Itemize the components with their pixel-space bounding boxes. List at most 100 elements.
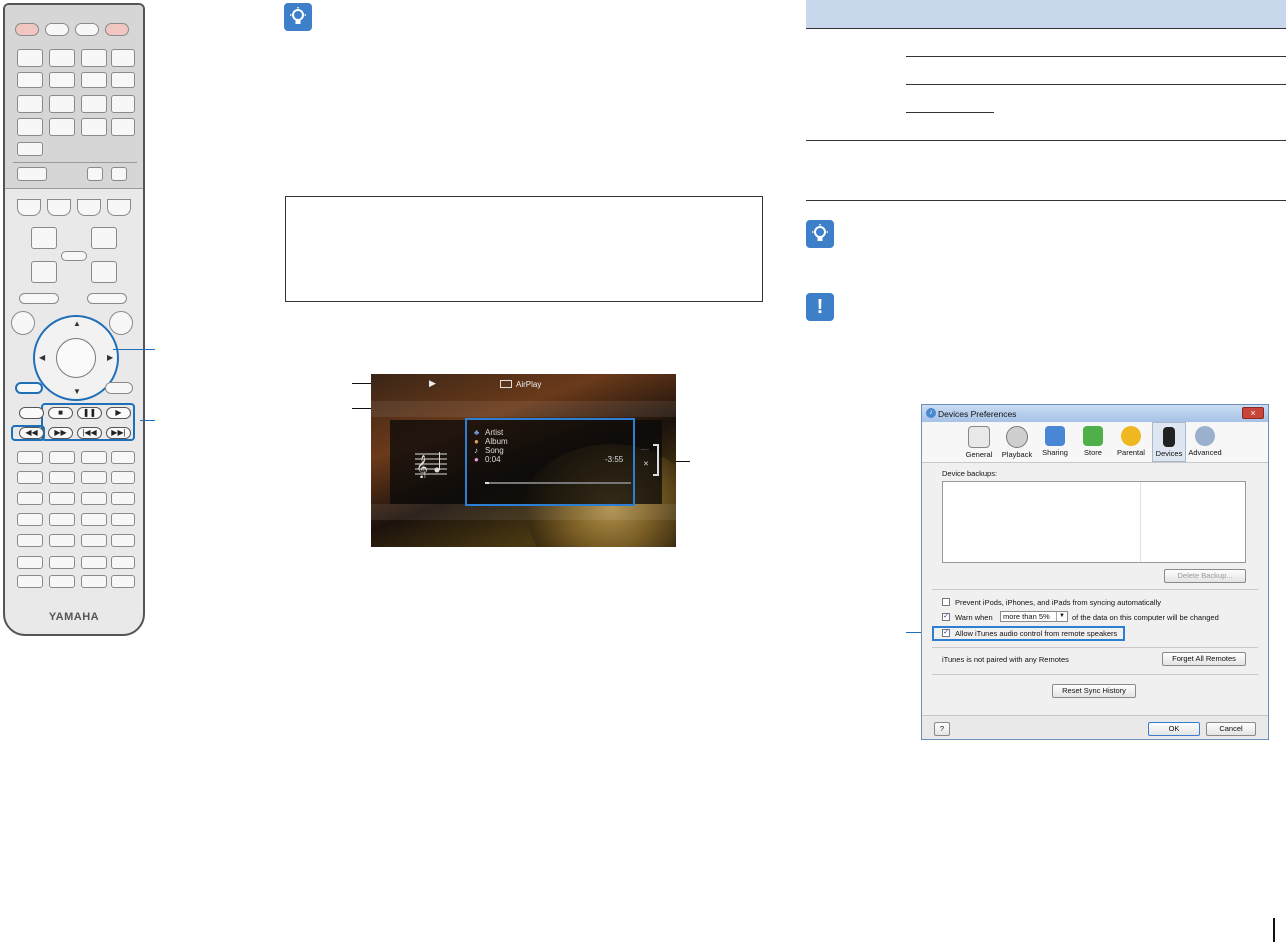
remote-number-button[interactable] [81, 513, 107, 526]
remote-number-button[interactable] [81, 534, 107, 547]
warn-threshold-select[interactable]: more than 5% ▼ [1000, 611, 1068, 622]
stop-icon: ■ [58, 408, 63, 417]
remote-number-button[interactable] [111, 534, 135, 547]
remote-number-button[interactable] [81, 471, 107, 484]
remote-plus-button[interactable] [81, 556, 107, 569]
remote-number-button[interactable] [49, 492, 75, 505]
remote-number-button[interactable] [49, 471, 75, 484]
tab-advanced[interactable]: Advanced [1188, 422, 1222, 462]
remote-straight-button[interactable] [19, 293, 59, 304]
warn-when-checkbox[interactable]: ✓ [942, 613, 950, 621]
tab-sharing[interactable]: Sharing [1038, 422, 1072, 462]
remote-number-button[interactable] [17, 513, 43, 526]
remote-input-button[interactable] [81, 72, 107, 88]
remote-scene-button[interactable] [47, 199, 71, 216]
cursor-right-icon: ▶ [107, 353, 114, 362]
tab-parental[interactable]: Parental [1114, 422, 1148, 462]
remote-enhancer-button[interactable] [87, 293, 127, 304]
remote-input-button[interactable] [49, 49, 75, 67]
remote-minus-button[interactable] [81, 575, 107, 588]
remote-input-button[interactable] [111, 72, 135, 88]
remote-input-button[interactable] [17, 49, 43, 67]
remote-function-button[interactable] [111, 575, 135, 588]
remote-input-button[interactable] [17, 95, 43, 113]
remote-number-button[interactable] [17, 471, 43, 484]
remote-skip-forward-button[interactable]: ▶▶| [106, 427, 131, 439]
remote-fast-forward-button[interactable]: ▶▶ [48, 427, 73, 439]
remote-volume-down-button[interactable] [91, 261, 117, 283]
cancel-button[interactable]: Cancel [1206, 722, 1256, 736]
remote-play-button[interactable]: ▶ [106, 407, 131, 419]
tab-devices[interactable]: Devices [1152, 422, 1186, 462]
tab-general[interactable]: General [962, 422, 996, 462]
ok-button[interactable]: OK [1148, 722, 1200, 736]
remote-input-button[interactable] [17, 118, 43, 136]
remote-number-button[interactable] [17, 451, 43, 464]
remote-number-button[interactable] [111, 513, 135, 526]
remote-number-button[interactable] [49, 534, 75, 547]
remote-pause-button[interactable]: ❚❚ [77, 407, 102, 419]
remote-program-up-button[interactable] [31, 227, 57, 249]
remote-hdmi-button[interactable] [111, 167, 127, 181]
remote-top-button[interactable] [75, 23, 99, 36]
help-button[interactable]: ? [934, 722, 950, 736]
remote-program-down-button[interactable] [31, 261, 57, 283]
remote-return-button[interactable] [15, 382, 43, 394]
remote-number-button[interactable] [49, 513, 75, 526]
remote-top-button[interactable] [45, 23, 69, 36]
forget-all-remotes-button[interactable]: Forget All Remotes [1162, 652, 1246, 666]
remote-mute-button[interactable] [61, 251, 87, 261]
remote-function-button[interactable] [17, 575, 43, 588]
remote-input-button[interactable] [81, 49, 107, 67]
remote-function-button[interactable] [17, 556, 43, 569]
remote-setup-button[interactable] [11, 311, 35, 335]
device-backups-list[interactable] [942, 481, 1246, 563]
remote-zone-button[interactable] [17, 167, 47, 181]
remote-number-button[interactable] [111, 471, 135, 484]
remote-input-button[interactable] [111, 118, 135, 136]
checkmark-icon: ✓ [943, 629, 949, 636]
remote-minus-button[interactable] [49, 575, 75, 588]
remote-enter-button[interactable] [56, 338, 96, 378]
remote-input-button[interactable] [81, 118, 107, 136]
remote-skip-back-button[interactable]: |◀◀ [77, 427, 102, 439]
prevent-sync-checkbox[interactable] [942, 598, 950, 606]
remote-power-button[interactable] [15, 23, 39, 36]
remote-number-button[interactable] [49, 451, 75, 464]
remote-function-button[interactable] [111, 556, 135, 569]
remote-party-button[interactable] [87, 167, 103, 181]
remote-number-button[interactable] [81, 451, 107, 464]
remote-number-button[interactable] [17, 534, 43, 547]
allow-remote-checkbox[interactable]: ✓ [942, 629, 950, 637]
remote-scene-button[interactable] [107, 199, 131, 216]
remote-option-button[interactable] [109, 311, 133, 335]
remote-input-button[interactable] [111, 95, 135, 113]
remote-stop-button[interactable]: ■ [48, 407, 73, 419]
remote-input-button[interactable] [17, 72, 43, 88]
remote-standby-button[interactable] [105, 23, 129, 36]
remote-number-button[interactable] [17, 492, 43, 505]
remote-plus-button[interactable] [49, 556, 75, 569]
remote-number-button[interactable] [111, 492, 135, 505]
remote-input-button[interactable] [49, 72, 75, 88]
close-icon: × [1250, 408, 1256, 418]
remote-input-button[interactable] [49, 95, 75, 113]
advanced-gear-icon [1195, 426, 1215, 446]
remote-blank-transport-button[interactable] [19, 407, 44, 419]
remote-display-button[interactable] [105, 382, 133, 394]
remote-volume-up-button[interactable] [91, 227, 117, 249]
tab-playback[interactable]: Playback [1000, 422, 1034, 462]
remote-number-button[interactable] [81, 492, 107, 505]
remote-scene-button[interactable] [17, 199, 41, 216]
reset-sync-history-button[interactable]: Reset Sync History [1052, 684, 1136, 698]
remote-input-button[interactable] [111, 49, 135, 67]
delete-backup-button[interactable]: Delete Backup... [1164, 569, 1246, 583]
remote-number-button[interactable] [111, 451, 135, 464]
remote-scene-button[interactable] [77, 199, 101, 216]
remote-input-button[interactable] [81, 95, 107, 113]
remote-input-button[interactable] [17, 142, 43, 156]
remote-input-button[interactable] [49, 118, 75, 136]
remote-rewind-button[interactable]: ◀◀ [19, 427, 44, 439]
close-button[interactable]: × [1242, 407, 1264, 419]
tab-store[interactable]: Store [1076, 422, 1110, 462]
